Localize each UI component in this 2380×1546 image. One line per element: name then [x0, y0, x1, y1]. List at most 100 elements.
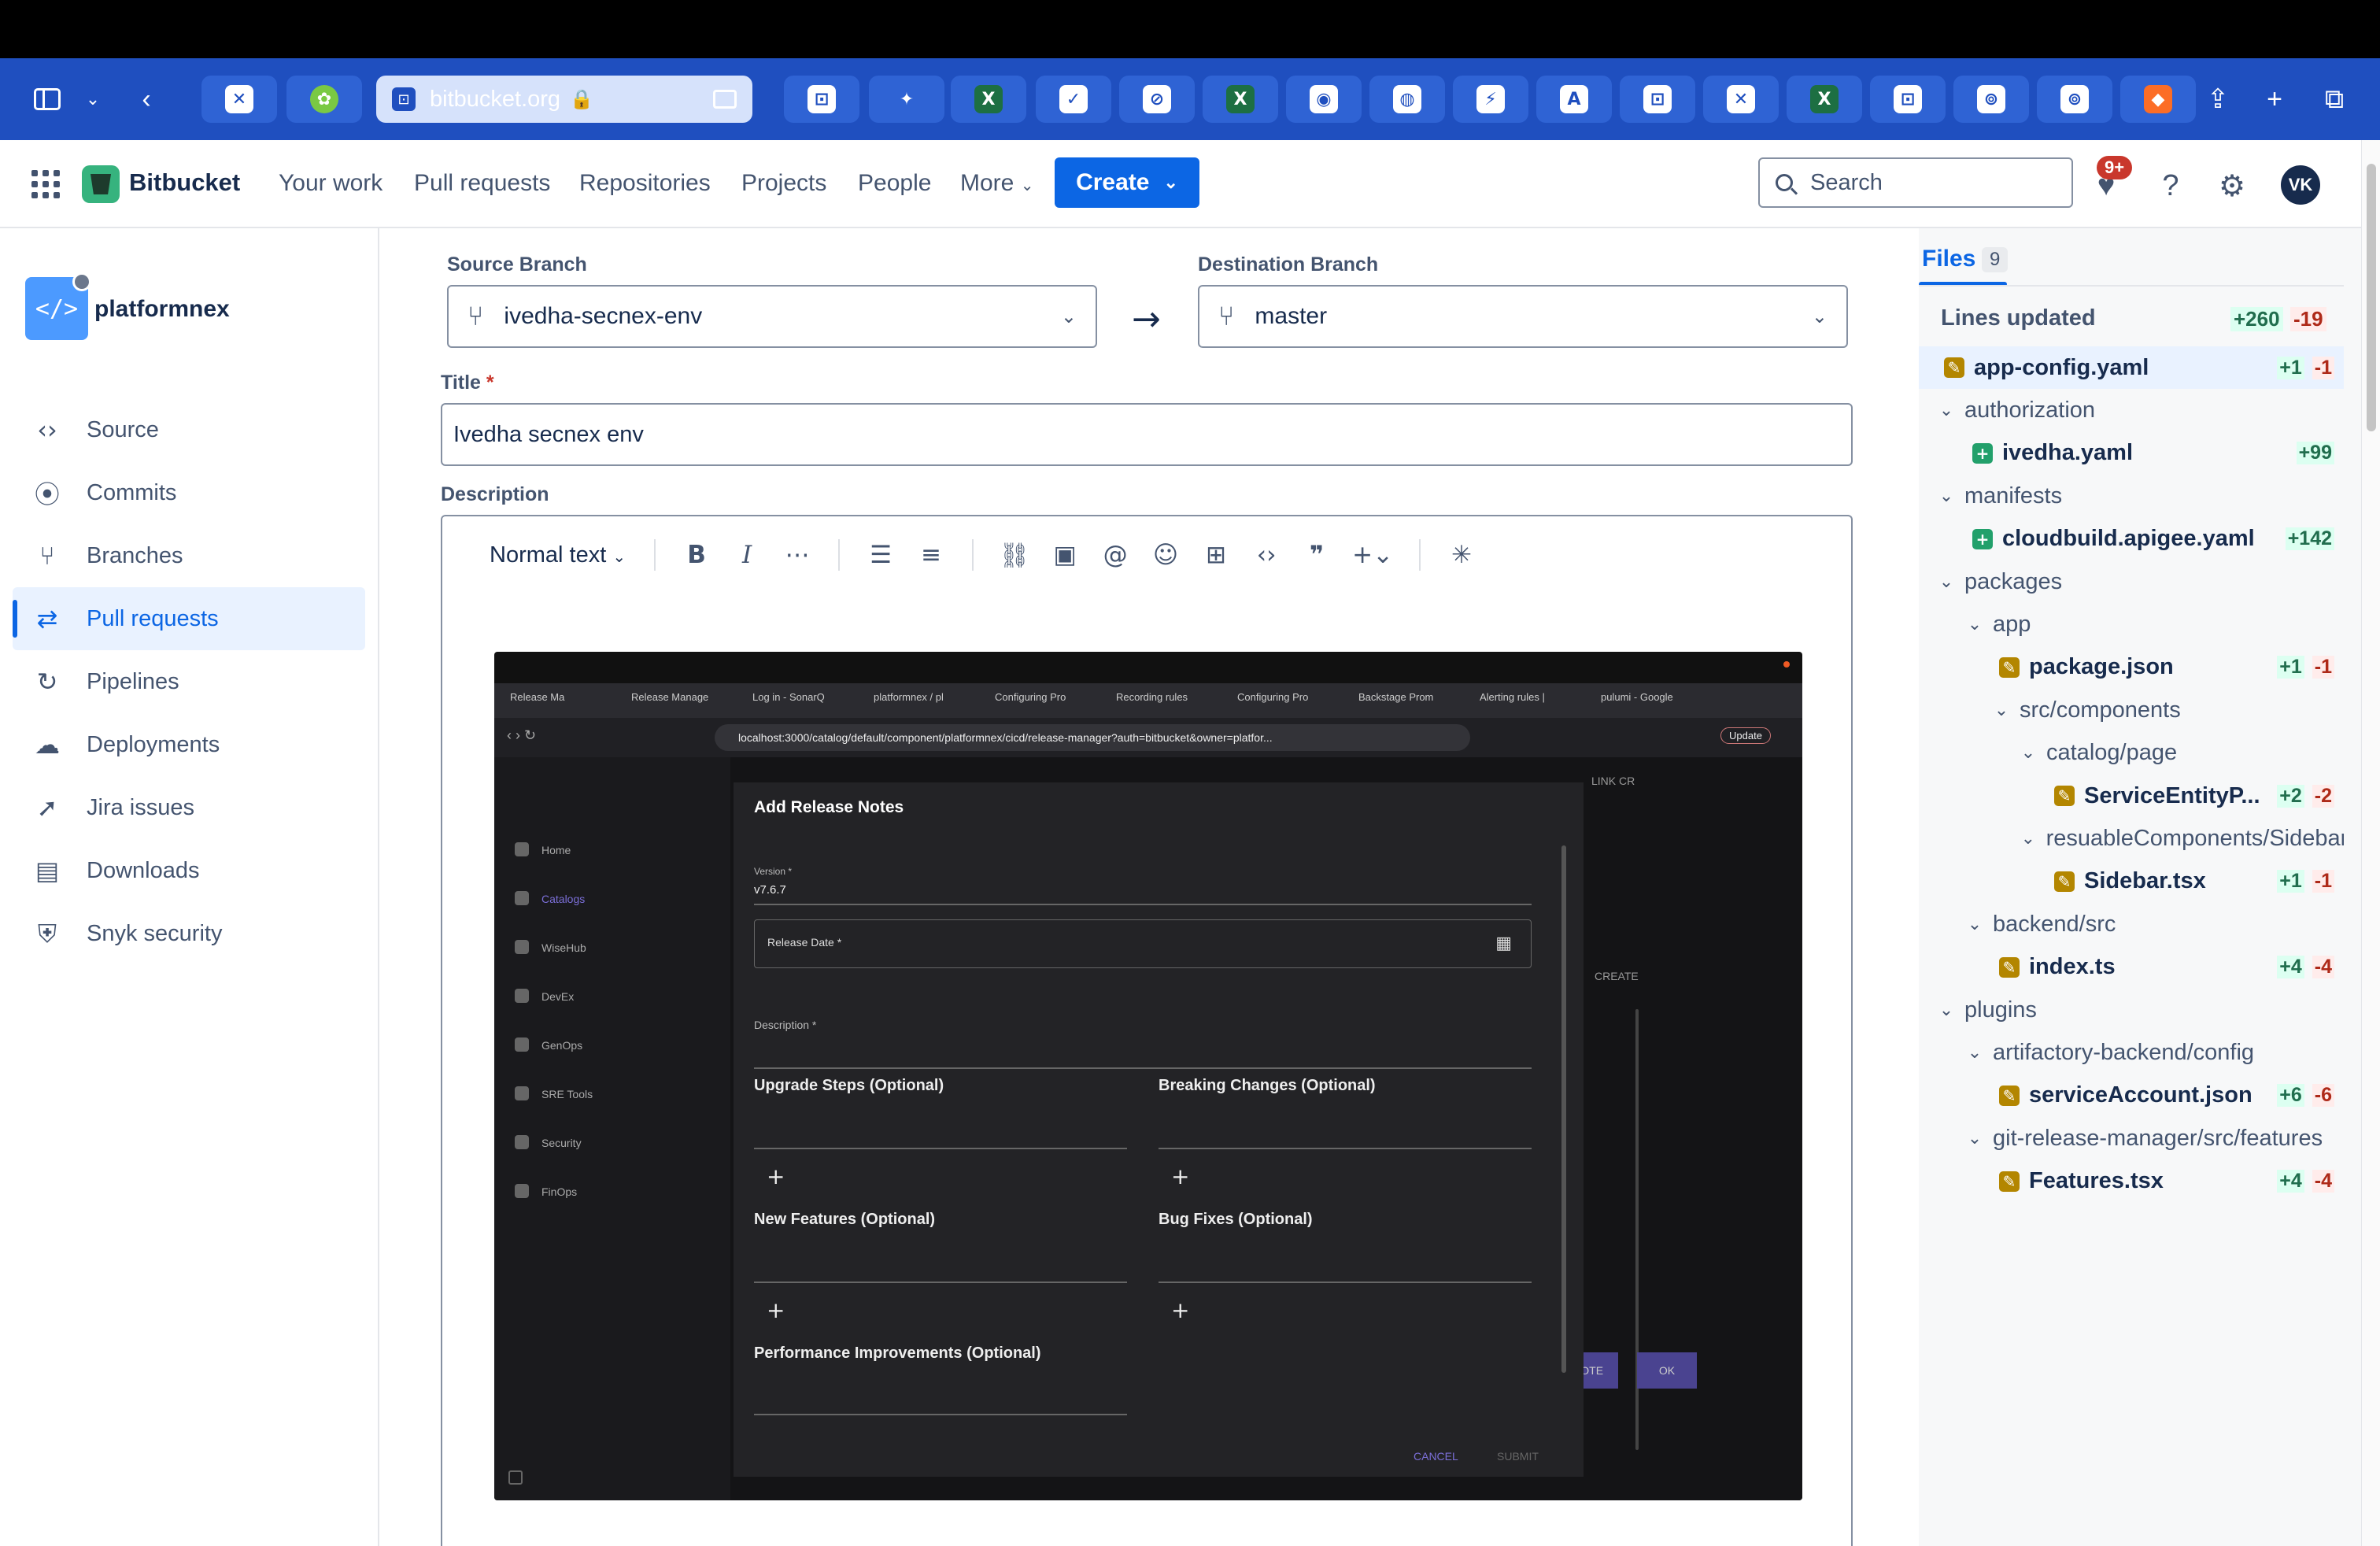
tree-file[interactable]: ✎ Sidebar.tsx +1 -1	[1919, 860, 2344, 903]
sidebar-item-pipelines[interactable]: ↻ Pipelines	[13, 650, 365, 713]
tree-file[interactable]: ✎ ServiceEntityP... +2 -2	[1919, 775, 2344, 817]
tree-file[interactable]: ✎ package.json +1 -1	[1919, 646, 2344, 689]
text-style-select[interactable]: Normal text ⌄	[490, 542, 626, 568]
create-button[interactable]: Create ⌄	[1055, 157, 1199, 208]
ai-sparkle-icon[interactable]: ✳	[1439, 533, 1484, 577]
page-scrollbar[interactable]	[2361, 140, 2380, 1546]
tree-folder[interactable]: ⌄ backend/src	[1919, 903, 2344, 945]
address-bar[interactable]: ⊡ bitbucket.org 🔒	[376, 76, 752, 123]
sidebar-item-deployments[interactable]: ☁ Deployments	[13, 713, 365, 776]
scroll-thumb[interactable]	[2367, 164, 2376, 431]
browser-tab-excel[interactable]: X	[1203, 76, 1278, 123]
nav-people[interactable]: People	[858, 170, 931, 197]
insert-more-icon[interactable]: +⌄	[1345, 533, 1400, 577]
browser-tab-gemini[interactable]: ✦	[869, 76, 944, 123]
mention-icon[interactable]: @	[1093, 533, 1137, 577]
sidebar-item-commits[interactable]: ⦿ Commits	[13, 461, 365, 524]
repo-name[interactable]: platformnex	[94, 296, 230, 323]
browser-tab-notion[interactable]: ⊘	[1119, 76, 1195, 123]
browser-tab-anthropic[interactable]: A	[1536, 76, 1612, 123]
back-arrow-icon[interactable]: ‹	[124, 77, 168, 121]
sidebar-item-branches[interactable]: ⑂ Branches	[13, 524, 365, 587]
nav-pull-requests[interactable]: Pull requests	[414, 170, 550, 197]
italic-icon[interactable]: I	[725, 533, 769, 577]
tree-folder[interactable]: ⌄ app	[1919, 603, 2344, 645]
chevron-down-icon[interactable]: ⌄	[1935, 486, 1958, 506]
tree-file[interactable]: + ivedha.yaml +99	[1919, 432, 2344, 475]
sidebar-toggle-icon[interactable]	[25, 77, 69, 121]
chevron-down-icon[interactable]: ⌄	[1935, 401, 1958, 420]
table-icon[interactable]: ⊞	[1194, 533, 1238, 577]
share-icon[interactable]: ⇪	[2196, 77, 2240, 121]
sidebar-item-pull-requests[interactable]: ⇄ Pull requests	[13, 587, 365, 650]
tree-file[interactable]: ✎ Features.tsx +4 -4	[1919, 1160, 2344, 1203]
search-input[interactable]: Search	[1758, 157, 2073, 208]
embedded-screenshot[interactable]: Release Ma Release Manage Log in - SonarQ p…	[494, 652, 1802, 1500]
chevron-down-icon[interactable]: ⌄	[1963, 1043, 1986, 1063]
image-icon[interactable]: ▣	[1043, 533, 1087, 577]
browser-tab-green-tool[interactable]: ✿	[286, 76, 362, 123]
browser-tab-chrome[interactable]: ◉	[1286, 76, 1362, 123]
browser-tab-excel[interactable]: X	[1787, 76, 1862, 123]
browser-tab-globe[interactable]: ◍	[1369, 76, 1445, 123]
tree-folder[interactable]: ⌄ artifactory-backend/config	[1919, 1031, 2344, 1074]
tree-folder[interactable]: ⌄ git-release-manager/src/features	[1919, 1117, 2344, 1160]
nav-your-work[interactable]: Your work	[279, 170, 382, 197]
settings-icon[interactable]: ⚙	[2215, 168, 2249, 203]
tree-file[interactable]: + cloudbuild.apigee.yaml +142	[1919, 518, 2344, 560]
reader-mode-icon[interactable]	[713, 90, 737, 109]
sidebar-item-source[interactable]: ‹› Source	[13, 398, 365, 461]
browser-tab-linear[interactable]: ⚡	[1453, 76, 1528, 123]
tree-folder[interactable]: ⌄ authorization	[1919, 389, 2344, 431]
more-formatting-icon[interactable]: ⋯	[775, 533, 819, 577]
bitbucket-logo-icon[interactable]	[82, 165, 120, 203]
nav-more[interactable]: More ⌄	[960, 170, 1033, 197]
code-icon[interactable]: ‹›	[1244, 533, 1288, 577]
avatar[interactable]: VK	[2281, 165, 2320, 205]
source-branch-select[interactable]: ⑂ ivedha-secnex-env ⌄	[447, 285, 1097, 348]
chevron-down-icon[interactable]: ⌄	[2016, 743, 2040, 763]
destination-branch-select[interactable]: ⑂ master ⌄	[1198, 285, 1848, 348]
bullet-list-icon[interactable]: ☰	[859, 533, 903, 577]
tree-file[interactable]: ✎ serviceAccount.json +6 -6	[1919, 1074, 2344, 1117]
browser-tab-bitbucket[interactable]: ⊡	[1870, 76, 1946, 123]
sidebar-item-downloads[interactable]: ▤ Downloads	[13, 839, 365, 902]
quote-icon[interactable]: ❞	[1295, 533, 1339, 577]
tree-folder[interactable]: ⌄ manifests	[1919, 475, 2344, 517]
tree-folder[interactable]: ⌄ packages	[1919, 560, 2344, 603]
chevron-down-icon[interactable]: ⌄	[1935, 572, 1958, 592]
browser-tab-bitbucket[interactable]: ⊡	[784, 76, 859, 123]
chevron-down-icon[interactable]: ⌄	[2016, 829, 2040, 849]
chevron-down-icon[interactable]: ⌄	[71, 77, 115, 121]
chevron-down-icon[interactable]: ⌄	[1963, 615, 1986, 634]
link-icon[interactable]: ⛓	[992, 533, 1037, 577]
tree-folder[interactable]: ⌄ src/components	[1919, 689, 2344, 731]
sidebar-item-snyk-security[interactable]: ⛨ Snyk security	[13, 902, 365, 965]
chevron-down-icon[interactable]: ⌄	[1935, 1000, 1958, 1020]
browser-tab-confluence[interactable]: ✕	[1703, 76, 1779, 123]
emoji-icon[interactable]: ☺	[1144, 533, 1188, 577]
tree-folder[interactable]: ⌄ resuableComponents/Sidebar	[1919, 817, 2344, 860]
app-switcher-icon[interactable]	[31, 170, 60, 198]
browser-tab-github[interactable]: ⊚	[2037, 76, 2112, 123]
product-name[interactable]: Bitbucket	[129, 168, 240, 197]
chevron-down-icon[interactable]: ⌄	[1990, 701, 2013, 720]
description-editor[interactable]: Normal text ⌄ B I ⋯ ☰ ≡ ⛓ ▣ @ ☺ ⊞ ‹› ❞ +…	[441, 515, 1853, 1546]
browser-tab-github[interactable]: ⊚	[1953, 76, 2029, 123]
browser-tab-excel[interactable]: X	[951, 76, 1026, 123]
browser-tab-gitlab[interactable]: ◆	[2120, 76, 2196, 123]
browser-tab-confluence[interactable]: ✕	[201, 76, 277, 123]
chevron-down-icon[interactable]: ⌄	[1963, 915, 1986, 934]
nav-repositories[interactable]: Repositories	[579, 170, 711, 197]
browser-tab-bitbucket[interactable]: ⊡	[1620, 76, 1695, 123]
tab-files[interactable]: Files	[1922, 246, 1975, 272]
new-tab-icon[interactable]: +	[2252, 77, 2297, 121]
nav-projects[interactable]: Projects	[741, 170, 826, 197]
help-icon[interactable]: ?	[2153, 168, 2188, 203]
tree-file[interactable]: ✎ app-config.yaml +1 -1	[1919, 346, 2344, 389]
title-input[interactable]: Ivedha secnex env	[441, 403, 1853, 466]
tree-file[interactable]: ✎ index.ts +4 -4	[1919, 946, 2344, 989]
tree-folder[interactable]: ⌄ catalog/page	[1919, 732, 2344, 775]
tree-folder[interactable]: ⌄ plugins	[1919, 989, 2344, 1031]
tab-overview-icon[interactable]: ⧉	[2312, 77, 2356, 121]
